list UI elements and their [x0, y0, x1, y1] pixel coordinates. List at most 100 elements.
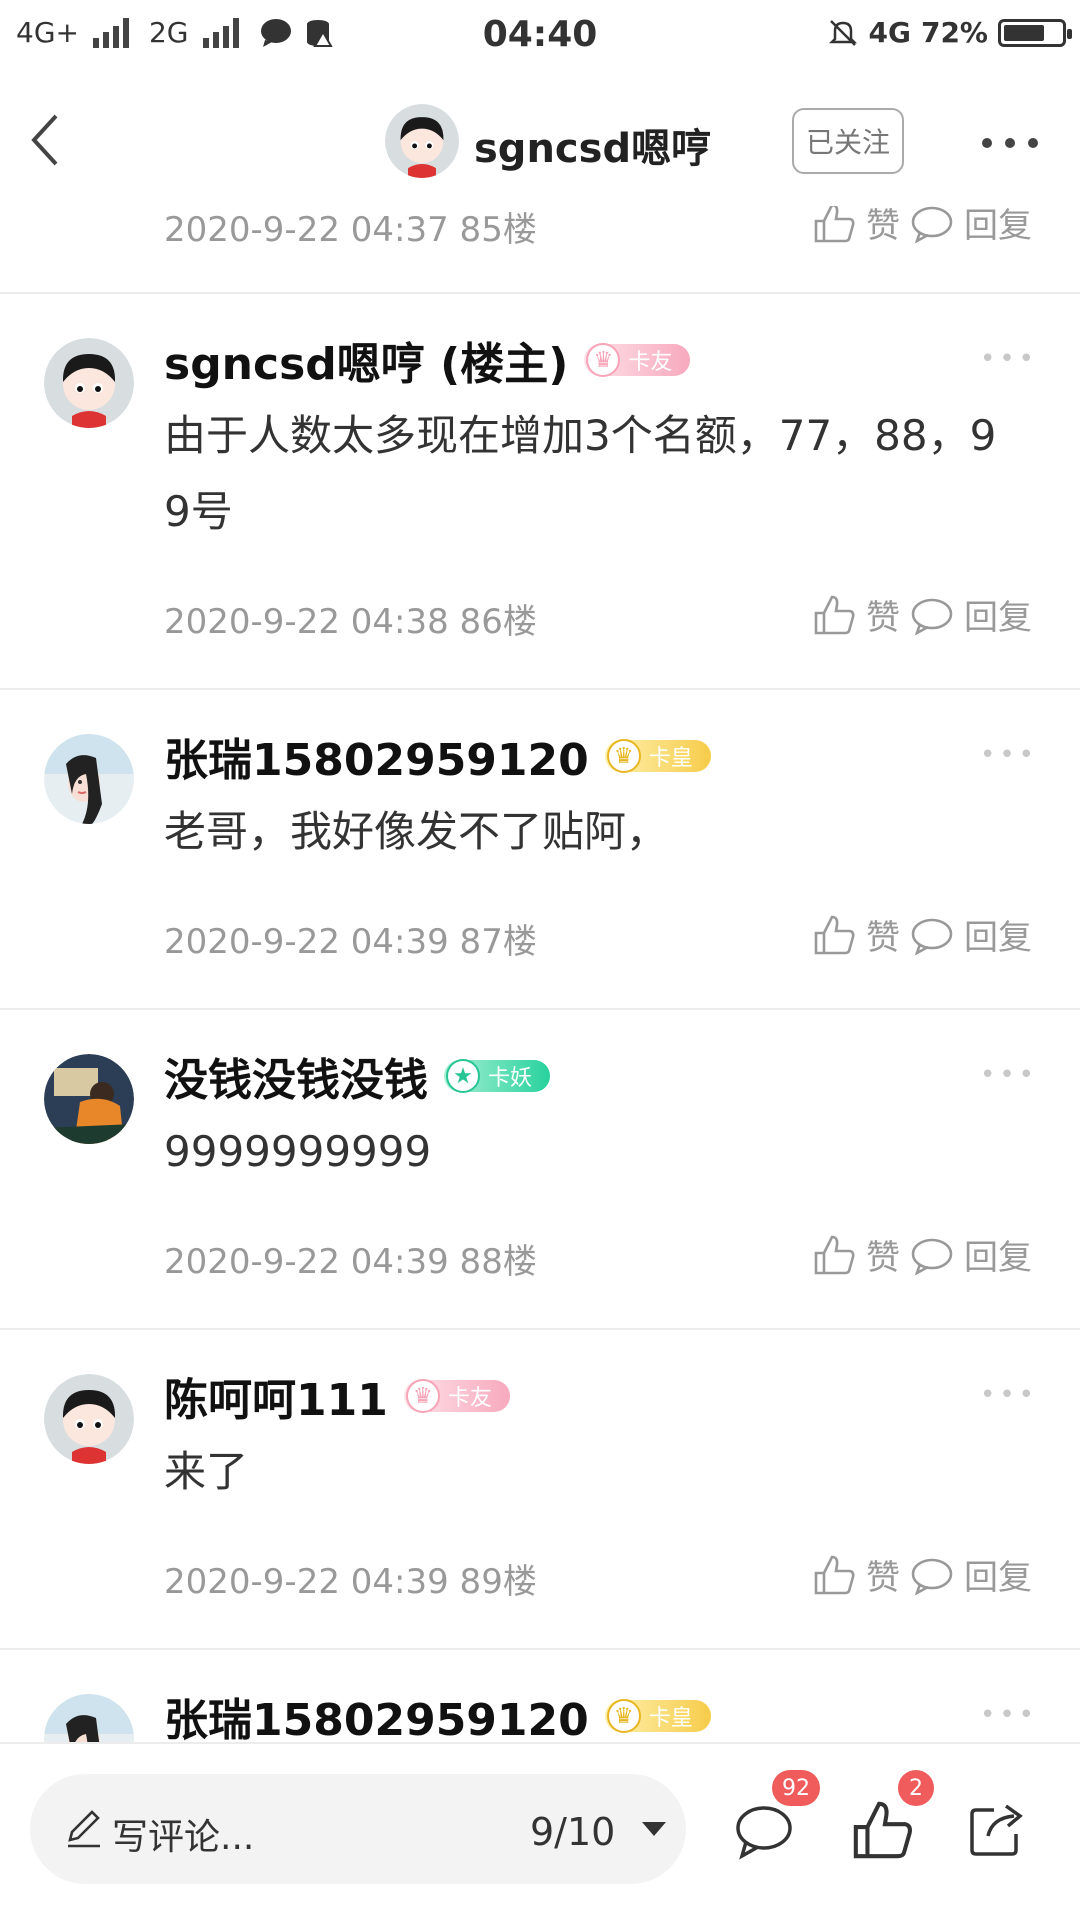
badge-label: 卡妖 — [488, 1066, 533, 1091]
badge-label: 卡皇 — [648, 1706, 693, 1731]
like-button[interactable]: 赞 — [812, 206, 900, 247]
like-button[interactable]: 赞 — [812, 590, 900, 639]
star-icon: ★ — [446, 1059, 480, 1093]
reply-label: 回复 — [964, 206, 1032, 246]
post-more-icon[interactable]: ••• — [980, 1380, 1038, 1410]
name-line: 张瑞15802959120 ♛ 卡皇 — [164, 1684, 711, 1742]
level-badge: ★ 卡妖 — [444, 1059, 551, 1093]
reply-button[interactable]: 回复 — [910, 1230, 1032, 1279]
post-more-icon[interactable]: ••• — [980, 1060, 1038, 1090]
comment-count-badge: 92 — [772, 1770, 820, 1806]
header-username[interactable]: sgncsd嗯哼 — [474, 116, 711, 174]
reply-button[interactable]: 回复 — [910, 910, 1032, 959]
like-button[interactable]: 赞 — [812, 910, 900, 959]
post-actions: 赞 回复 — [812, 910, 1032, 959]
username[interactable]: 没钱没钱没钱 — [164, 1044, 428, 1108]
pencil-icon — [68, 1810, 100, 1848]
thumbs-up-icon — [814, 1235, 855, 1274]
badge-label: 卡友 — [628, 350, 673, 375]
badge-label: 卡皇 — [648, 746, 693, 771]
like-button[interactable]: 赞 — [812, 1230, 900, 1279]
post-actions: 赞 回复 — [812, 206, 1032, 247]
crown-icon: ♛ — [405, 1379, 440, 1413]
reply-button[interactable]: 回复 — [910, 1550, 1032, 1599]
battery-percent: 72% — [920, 16, 988, 49]
post-actions: 赞 回复 — [812, 1550, 1032, 1599]
name-line: sgncsd嗯哼 (楼主) ♛ 卡友 — [164, 328, 691, 392]
level-badge: ♛ 卡皇 — [604, 1699, 711, 1733]
username[interactable]: sgncsd嗯哼 (楼主) — [164, 328, 568, 392]
thumbs-up-icon — [814, 915, 855, 954]
avatar[interactable] — [44, 1054, 134, 1144]
post-item: 陈呵呵111 ♛ 卡友 ••• 来了 2020-9-22 04:39 89楼 赞 … — [0, 1330, 1080, 1650]
reply-label: 回复 — [964, 1238, 1032, 1278]
post-content: 老哥，我好像发不了贴阿， — [164, 807, 669, 856]
like-count-badge: 2 — [898, 1770, 934, 1806]
post-meta: 2020-9-22 04:39 87楼 — [164, 922, 537, 962]
like-label: 赞 — [866, 1238, 900, 1278]
page-indicator[interactable]: 9/10 — [530, 1810, 615, 1854]
level-badge: ♛ 卡友 — [403, 1379, 510, 1413]
name-line: 没钱没钱没钱 ★ 卡妖 — [164, 1044, 551, 1108]
thumbs-up-icon — [814, 595, 855, 634]
like-label: 赞 — [866, 918, 900, 958]
like-button[interactable]: 赞 — [812, 1550, 900, 1599]
post-item: 张瑞15802959120 ♛ 卡皇 ••• 老哥，我好像发不了贴阿， 2020-… — [0, 690, 1080, 1010]
post-item: 张瑞15802959120 ♛ 卡皇 ••• — [0, 1650, 1080, 1742]
partial-post-row: 2020-9-22 04:37 85楼 赞 回复 — [0, 206, 1080, 294]
comment-icon — [736, 1806, 792, 1860]
post-meta: 2020-9-22 04:39 88楼 — [164, 1242, 537, 1282]
reply-button[interactable]: 回复 — [910, 590, 1032, 639]
network-type: 4G — [868, 16, 911, 49]
battery-icon — [998, 18, 1072, 47]
comments-button[interactable]: 92 — [730, 1770, 820, 1874]
post-item: 没钱没钱没钱 ★ 卡妖 ••• 9999999999 2020-9-22 04:3… — [0, 1010, 1080, 1330]
crown-icon: ♛ — [586, 343, 621, 377]
username[interactable]: 张瑞15802959120 — [164, 1684, 589, 1742]
post-content: 9999999999 — [164, 1127, 432, 1176]
post-meta: 2020-9-22 04:39 89楼 — [164, 1562, 537, 1602]
post-actions: 赞 回复 — [812, 1230, 1032, 1279]
comment-bubble-icon — [911, 206, 953, 243]
reply-label: 回复 — [964, 598, 1032, 638]
crown-icon: ♛ — [606, 739, 641, 773]
name-line: 张瑞15802959120 ♛ 卡皇 — [164, 724, 711, 788]
back-icon[interactable] — [20, 98, 80, 178]
post-content: 来了 — [164, 1447, 249, 1496]
reply-label: 回复 — [964, 918, 1032, 958]
comment-bubble-icon — [911, 918, 953, 955]
badge-label: 卡友 — [447, 1386, 492, 1411]
post-item: sgncsd嗯哼 (楼主) ♛ 卡友 ••• 由于人数太多现在增加3个名额，77，… — [0, 294, 1080, 690]
like-label: 赞 — [866, 598, 900, 638]
caret-down-icon[interactable] — [642, 1822, 666, 1836]
top-nav-bar: sgncsd嗯哼 已关注 — [0, 76, 1080, 206]
status-bar: 4G+ 2G 04:40 4G 72% — [0, 0, 1080, 76]
thumbs-up-icon — [853, 1801, 912, 1859]
reply-button[interactable]: 回复 — [910, 206, 1032, 247]
post-more-icon[interactable]: ••• — [980, 1700, 1038, 1730]
share-icon — [970, 1804, 1023, 1856]
username[interactable]: 陈呵呵111 — [164, 1364, 388, 1428]
avatar[interactable] — [44, 1374, 134, 1464]
comment-bubble-icon — [911, 1558, 953, 1595]
avatar[interactable] — [44, 338, 134, 428]
post-content: 由于人数太多现在增加3个名额，77，88，99号 — [164, 411, 997, 536]
reply-label: 回复 — [964, 1558, 1032, 1598]
post-more-icon[interactable]: ••• — [980, 740, 1038, 770]
level-badge: ♛ 卡皇 — [604, 739, 711, 773]
like-label: 赞 — [866, 1558, 900, 1598]
name-line: 陈呵呵111 ♛ 卡友 — [164, 1364, 510, 1428]
like-label: 赞 — [866, 206, 900, 246]
username[interactable]: 张瑞15802959120 — [164, 724, 589, 788]
thumbs-up-icon — [814, 206, 855, 242]
more-options-icon[interactable] — [975, 128, 1045, 158]
comment-input[interactable]: 写评论... 9/10 — [30, 1774, 686, 1884]
follow-button[interactable]: 已关注 — [792, 108, 904, 174]
share-button[interactable] — [966, 1784, 1046, 1874]
post-more-icon[interactable]: ••• — [980, 344, 1038, 374]
header-avatar[interactable] — [385, 104, 459, 178]
avatar[interactable] — [44, 734, 134, 824]
like-post-button[interactable]: 2 — [850, 1770, 934, 1874]
avatar[interactable] — [44, 1694, 134, 1742]
mute-icon — [828, 19, 857, 46]
